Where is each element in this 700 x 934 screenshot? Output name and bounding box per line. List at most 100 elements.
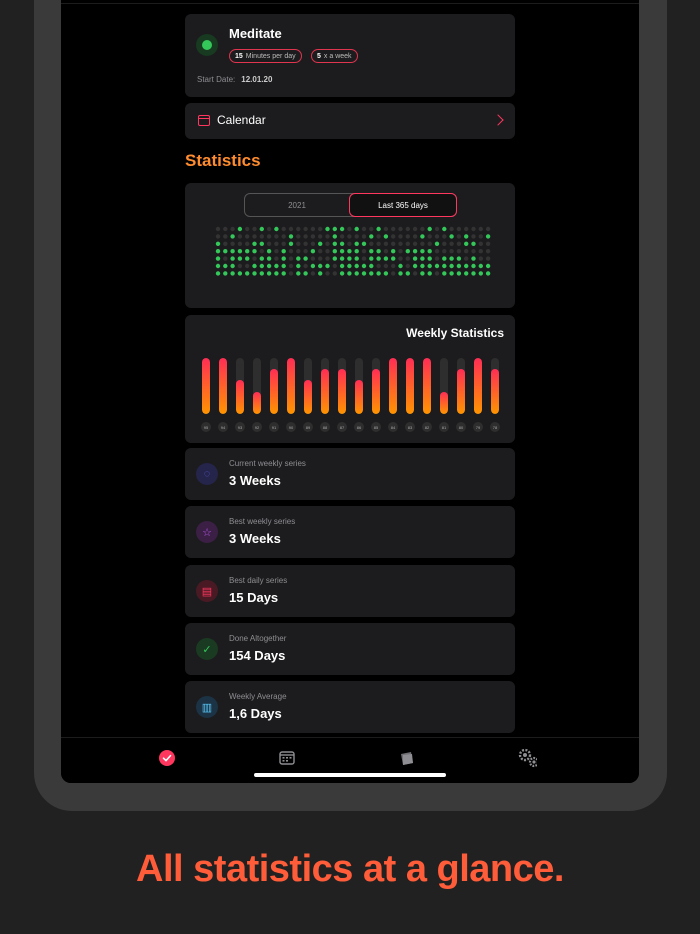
day-dot [274,249,279,254]
day-dot [266,234,272,239]
day-dot [391,256,396,261]
weekly-bar [440,358,448,414]
day-dot [237,271,243,276]
day-dot [383,256,389,261]
day-dot [274,256,279,261]
day-dot [369,249,374,254]
day-dot [398,234,403,239]
day-dot [288,226,294,232]
day-dot [464,271,469,276]
day-dot [412,249,418,254]
stat-value: 154 Days [229,648,286,663]
day-dot [252,256,257,261]
day-dot [354,256,359,261]
day-dot [230,263,235,269]
day-dot [332,271,337,276]
day-dot [230,249,235,254]
weekly-bar [372,358,380,414]
day-dot [383,226,389,232]
habit-card[interactable]: Meditate 15 Minutes per day 5x a week Sta… [185,14,515,97]
day-dot [223,263,228,269]
day-dot [259,271,264,276]
day-dot [420,249,425,254]
day-dot [442,234,447,239]
calendar-icon [279,751,295,765]
day-dot [376,241,381,246]
day-dot [310,256,316,261]
day-dot [456,249,462,254]
day-dot [339,263,345,269]
tab-calendar[interactable] [277,748,297,768]
day-dot [281,263,286,269]
day-dot [449,226,454,232]
day-dot [427,234,432,239]
day-dot [369,226,374,232]
day-dot [223,256,228,261]
day-dot [325,226,330,232]
day-dot [427,249,432,254]
day-dot [434,226,440,232]
day-dot [245,234,250,239]
day-dot [259,263,264,269]
weekly-bar-fill [491,369,499,414]
stat-label: Best daily series [229,576,288,585]
day-dot [478,271,483,276]
day-dot [361,234,367,239]
day-dot [449,263,454,269]
calendar-row[interactable]: Calendar [185,103,515,139]
day-dot [376,226,381,232]
tab-settings[interactable] [517,748,537,768]
weekly-bar-fill [389,358,397,414]
day-dot [259,241,264,246]
day-dot [223,241,228,246]
day-dot [471,256,476,261]
day-dot [478,241,483,246]
week-number-label: 94 [218,422,228,432]
week-number-label: 87 [337,422,347,432]
divider [61,3,639,4]
day-dot [478,249,483,254]
day-dot [478,263,483,269]
day-dot [485,271,491,276]
weekly-bar [253,358,261,414]
day-dot [266,256,272,261]
day-dot [383,263,389,269]
tab-archive[interactable] [397,748,417,768]
day-dot [383,234,389,239]
chevron-right-icon [492,114,504,126]
day-dot [332,256,337,261]
day-dot [391,226,396,232]
day-dot [376,234,381,239]
day-dot [318,249,323,254]
day-dot [347,241,352,246]
day-dot [303,271,308,276]
day-dot [412,271,418,276]
day-dot [449,271,454,276]
weekly-bar-fill [355,380,363,414]
day-dot [449,241,454,246]
day-dot [354,271,359,276]
day-dot [288,249,294,254]
day-dot [471,271,476,276]
day-dot [420,263,425,269]
circle-icon: ◌ [196,463,218,485]
day-dot [420,234,425,239]
day-dot [420,241,425,246]
day-dot [310,226,316,232]
day-dot [223,226,228,232]
weekly-bar [474,358,482,414]
day-dot [485,256,491,261]
weekly-bar [270,358,278,414]
day-dot [259,234,264,239]
day-dot [237,241,243,246]
day-dot [369,256,374,261]
day-dot [420,271,425,276]
day-dot [288,234,294,239]
day-dot [215,271,221,276]
day-dot [310,241,316,246]
day-dot [383,241,389,246]
day-dot [456,234,462,239]
weekly-bar [389,358,397,414]
tab-habits[interactable] [157,748,177,768]
day-dot [281,256,286,261]
